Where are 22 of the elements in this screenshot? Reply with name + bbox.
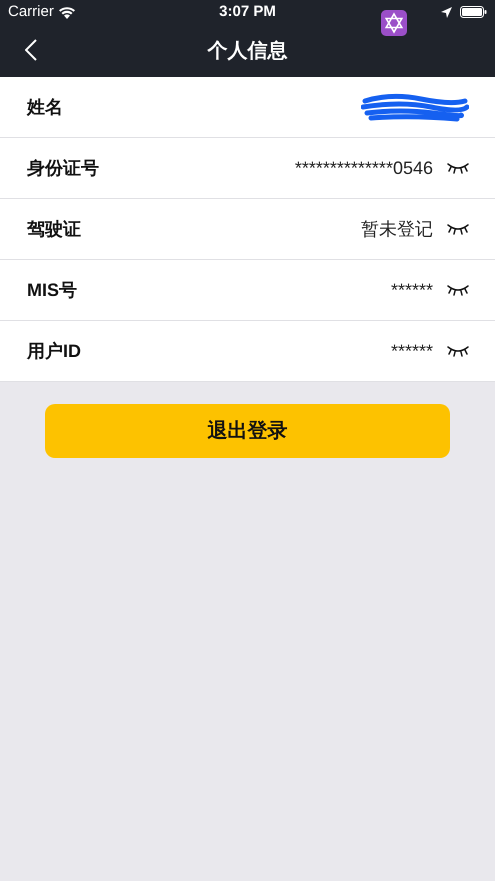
row-label: 驾驶证: [27, 218, 81, 240]
row-value: 暂未登记: [361, 218, 433, 240]
location-arrow-icon: [440, 6, 452, 18]
closed-eye-icon[interactable]: [447, 162, 469, 174]
logout-button[interactable]: 退出登录: [45, 404, 450, 458]
carrier-label: Carrier: [8, 2, 54, 22]
closed-eye-icon[interactable]: [447, 284, 469, 296]
row-label: 身份证号: [27, 156, 99, 180]
row-label: MIS号: [27, 278, 78, 302]
row-label: 姓名: [27, 96, 63, 118]
row-label: 用户ID: [27, 340, 81, 362]
back-chevron-icon: [25, 39, 37, 61]
battery-icon: [460, 6, 487, 18]
wifi-icon: [58, 6, 76, 18]
closed-eye-icon[interactable]: [447, 223, 469, 235]
closed-eye-icon[interactable]: [447, 345, 469, 357]
page-title: 个人信息: [208, 38, 288, 64]
row-value: ******: [390, 278, 433, 302]
row-value: ******: [390, 340, 433, 362]
status-time: 3:07 PM: [219, 2, 276, 22]
star-badge-icon: [381, 10, 407, 36]
row-value: **************0546: [294, 156, 433, 180]
